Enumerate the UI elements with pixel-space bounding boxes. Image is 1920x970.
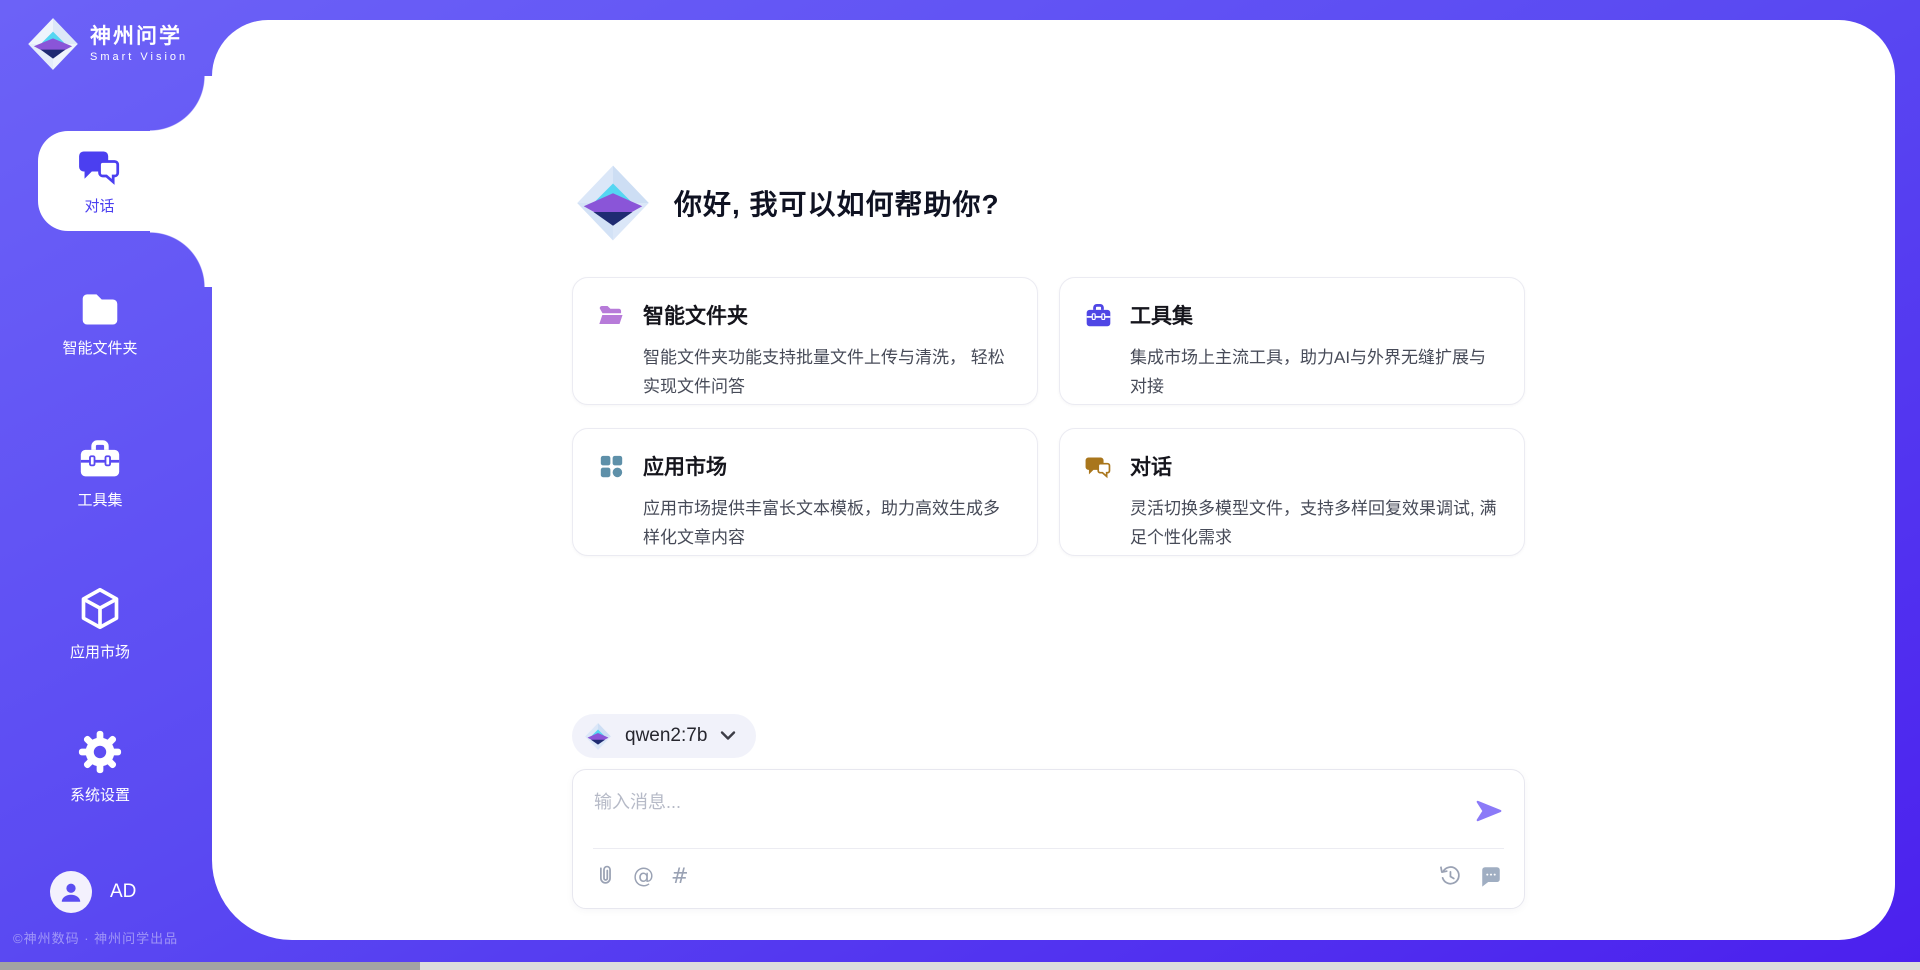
brand-name: 神州问学 (90, 25, 188, 49)
sidebar-item-label: 对话 (84, 195, 114, 216)
folder-open-icon (598, 302, 625, 329)
app-window: 神州问学 Smart Vision 智能文件夹 工具集 (0, 0, 1920, 970)
mention-button[interactable]: @ (633, 864, 654, 888)
sidebar-item-label: 智能文件夹 (62, 337, 137, 358)
chevron-down-icon (720, 730, 736, 742)
scrollbar-thumb[interactable] (0, 962, 420, 970)
avatar (50, 871, 92, 913)
model-selector[interactable]: qwen2:7b (572, 714, 756, 758)
history-button[interactable] (1438, 864, 1462, 888)
sidebar-item-settings[interactable]: 系统设置 (0, 729, 200, 805)
card-chat[interactable]: 对话 灵活切换多模型文件，支持多样回复效果调试, 满足个性化需求 (1059, 428, 1525, 556)
card-description: 灵活切换多模型文件，支持多样回复效果调试, 满足个性化需求 (1130, 494, 1498, 552)
send-icon (1475, 798, 1503, 824)
grid-icon (598, 453, 625, 480)
card-smart-folder[interactable]: 智能文件夹 智能文件夹功能支持批量文件上传与清洗， 轻松实现文件问答 (572, 277, 1038, 405)
card-description: 应用市场提供丰富长文本模板，助力高效生成多样化文章内容 (643, 494, 1011, 552)
message-input[interactable] (594, 786, 1454, 818)
sidebar-item-label: 系统设置 (70, 784, 130, 805)
greeting-diamond-icon (574, 160, 652, 246)
at-icon: @ (633, 864, 654, 888)
sidebar-item-toolkit[interactable]: 工具集 (0, 438, 200, 510)
brand-subtitle: Smart Vision (90, 51, 188, 63)
greeting: 你好, 我可以如何帮助你? (574, 160, 1000, 246)
horizontal-scrollbar[interactable] (0, 962, 1920, 970)
history-icon (1438, 864, 1462, 888)
copyright-text: ©神州数码 · 神州问学出品 (13, 928, 178, 947)
model-name: qwen2:7b (625, 725, 707, 747)
model-logo-icon (584, 721, 612, 752)
chat-icon (78, 146, 122, 186)
card-title: 智能文件夹 (643, 300, 748, 330)
card-description: 智能文件夹功能支持批量文件上传与清洗， 轻松实现文件问答 (643, 343, 1011, 401)
active-tab-scoop-bottom (150, 231, 214, 287)
sidebar-item-label: 应用市场 (70, 641, 130, 662)
sidebar-item-app-market[interactable]: 应用市场 (0, 586, 200, 662)
card-title: 工具集 (1130, 300, 1193, 330)
gear-icon (77, 729, 123, 775)
message-composer: @ # (572, 769, 1525, 909)
greeting-title: 你好, 我可以如何帮助你? (674, 183, 1000, 223)
chat-icon (1085, 453, 1112, 480)
send-button[interactable] (1474, 797, 1504, 827)
attach-button[interactable] (594, 864, 616, 888)
card-toolkit[interactable]: 工具集 集成市场上主流工具，助力AI与外界无缝扩展与对接 (1059, 277, 1525, 405)
hash-icon: # (671, 864, 689, 888)
person-icon (58, 879, 84, 905)
chat-bubble-icon (1479, 864, 1503, 888)
active-tab-scoop-top (150, 76, 214, 131)
feature-cards: 智能文件夹 智能文件夹功能支持批量文件上传与清洗， 轻松实现文件问答 工具集 集… (572, 277, 1525, 556)
brand-diamond-icon (26, 14, 80, 74)
user-initials: AD (110, 881, 136, 903)
briefcase-icon (78, 438, 122, 480)
brand-logo: 神州问学 Smart Vision (26, 14, 188, 74)
card-app-market[interactable]: 应用市场 应用市场提供丰富长文本模板，助力高效生成多样化文章内容 (572, 428, 1038, 556)
cube-icon (78, 586, 122, 632)
briefcase-icon (1085, 302, 1112, 329)
topic-button[interactable]: # (671, 864, 689, 888)
card-title: 应用市场 (643, 451, 727, 481)
sidebar-item-label: 工具集 (77, 489, 122, 510)
user-account[interactable]: AD (50, 871, 136, 913)
folder-icon (79, 290, 121, 328)
composer-toolbar: @ # (594, 858, 1503, 894)
card-description: 集成市场上主流工具，助力AI与外界无缝扩展与对接 (1130, 343, 1498, 401)
card-title: 对话 (1130, 451, 1172, 481)
sidebar-item-chat-active[interactable]: 对话 (38, 131, 216, 231)
sidebar-item-smart-folder[interactable]: 智能文件夹 (0, 290, 200, 358)
feedback-button[interactable] (1479, 864, 1503, 888)
paperclip-icon (594, 863, 616, 889)
composer-divider (593, 848, 1504, 849)
